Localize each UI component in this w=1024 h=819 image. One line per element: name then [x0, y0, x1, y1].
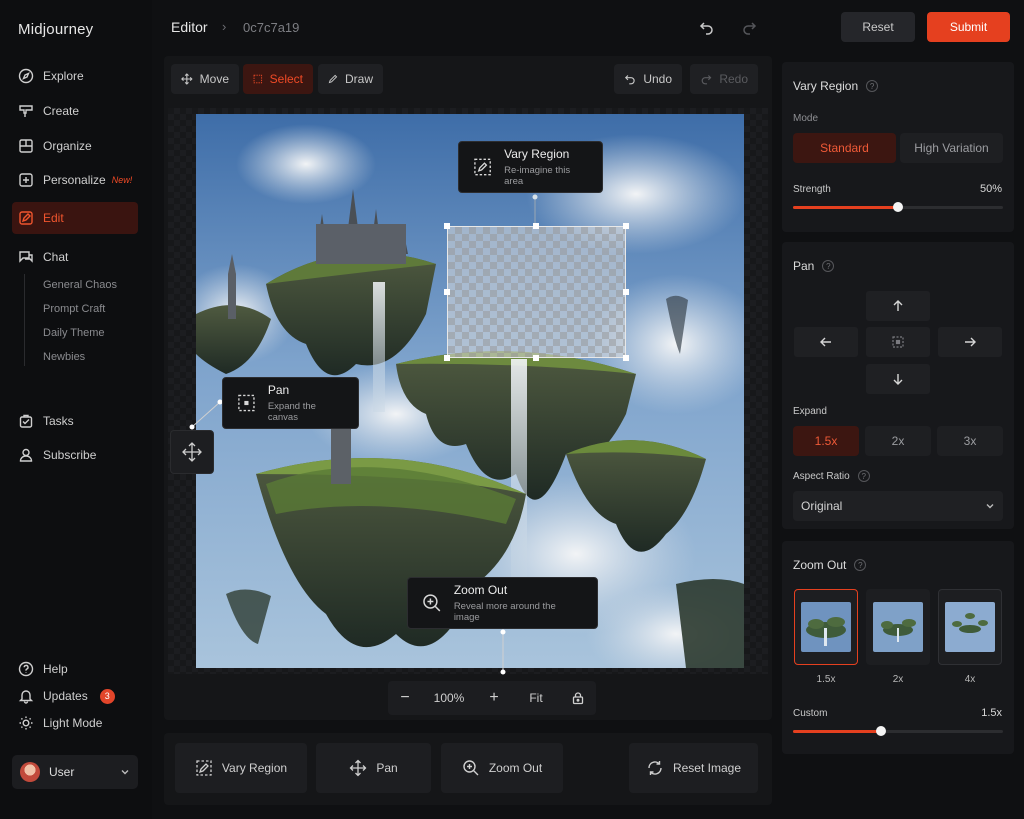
pan-up-button[interactable]: [866, 291, 930, 321]
zoom-option-label: 2x: [892, 674, 904, 685]
zoom-preview-image: [945, 602, 995, 652]
action-label: Zoom Out: [488, 761, 543, 775]
chevron-down-icon: [986, 504, 994, 509]
strength-slider-fill: [793, 206, 898, 209]
callout-title: Vary Region: [504, 147, 570, 161]
vary-region-panel-title: Vary Region ?: [793, 79, 879, 93]
help-icon[interactable]: ?: [866, 80, 879, 92]
callout-title: Zoom Out: [453, 583, 508, 597]
vary-region-callout: Vary Region Re-imagine this area: [458, 141, 603, 193]
panel-title-text: Vary Region: [793, 79, 859, 93]
strength-slider-knob[interactable]: [893, 202, 903, 212]
custom-zoom-slider-fill: [793, 730, 881, 733]
help-icon[interactable]: ?: [822, 260, 835, 272]
vary-region-icon: [196, 760, 212, 776]
callout-subtitle: Expand the canvas: [267, 401, 316, 423]
vary-region-button[interactable]: Vary Region: [175, 743, 307, 793]
vary-region-icon: [474, 158, 491, 176]
pan-callout: Pan Expand the canvas: [222, 377, 359, 429]
zoom-out-panel-title: Zoom Out ?: [793, 558, 867, 572]
aspect-ratio-value: Original: [801, 499, 843, 513]
expand-2x-button[interactable]: 2x: [865, 426, 931, 456]
zoom-preview-image: [801, 602, 851, 652]
help-icon[interactable]: ?: [854, 559, 867, 571]
zoom-out-button[interactable]: −: [392, 681, 418, 715]
aspect-ratio-select[interactable]: Original: [793, 491, 1003, 521]
pan-left-button[interactable]: [794, 327, 858, 357]
fit-button[interactable]: Fit: [516, 681, 556, 715]
zoom-level: 100%: [433, 691, 465, 705]
mode-high-variation-button[interactable]: High Variation: [900, 133, 1003, 163]
lock-icon: [572, 692, 584, 705]
panel-title-text: Zoom Out: [793, 558, 847, 572]
zoom-out-callout: Zoom Out Reveal more around the image: [407, 577, 598, 629]
zoom-option-2x[interactable]: [866, 589, 930, 665]
action-label: Pan: [376, 761, 398, 775]
aspect-ratio-label-text: Aspect Ratio: [793, 470, 850, 482]
zoom-preview-thumbnail: [801, 602, 851, 652]
pan-right-button[interactable]: [938, 327, 1002, 357]
arrow-up-icon: [893, 300, 903, 311]
zoom-preview-thumbnail: [945, 602, 995, 652]
help-icon[interactable]: ?: [857, 470, 870, 482]
action-label: Reset Image: [672, 761, 742, 775]
strength-value: 50%: [979, 183, 1002, 195]
zoom-in-icon: [463, 760, 479, 776]
refresh-icon: [648, 761, 662, 775]
pan-button[interactable]: Pan: [316, 743, 431, 793]
action-label: Vary Region: [221, 761, 288, 775]
callout-title: Pan: [267, 383, 290, 397]
expand-label: Expand: [793, 406, 827, 417]
custom-zoom-value: 1.5x: [981, 707, 1002, 719]
callout-subtitle: Re-imagine this area: [504, 165, 571, 187]
zoom-option-4x[interactable]: [938, 589, 1002, 665]
mode-standard-button[interactable]: Standard: [793, 133, 896, 163]
zoom-option-1-5x[interactable]: [794, 589, 858, 665]
move-icon: [182, 442, 202, 462]
arrow-left-icon: [820, 337, 831, 347]
zoom-out-action-button[interactable]: Zoom Out: [441, 743, 563, 793]
arrow-right-icon: [965, 337, 976, 347]
zoom-preview-thumbnail: [873, 602, 923, 652]
move-icon: [349, 759, 367, 777]
custom-zoom-slider-knob[interactable]: [876, 726, 886, 736]
pan-handle[interactable]: [170, 430, 214, 474]
pan-down-button[interactable]: [866, 364, 930, 394]
zoom-in-icon: [423, 594, 441, 612]
lock-button[interactable]: [562, 681, 594, 715]
zoom-option-label: 4x: [964, 674, 976, 685]
pan-panel-title: Pan ?: [793, 259, 835, 273]
strength-label: Strength: [793, 184, 831, 195]
callout-subtitle: Reveal more around the image: [453, 601, 556, 623]
pan-center-button[interactable]: [866, 327, 930, 357]
panel-title-text: Pan: [793, 259, 815, 273]
zoom-in-button[interactable]: +: [481, 681, 507, 715]
expand-3x-button[interactable]: 3x: [937, 426, 1003, 456]
aspect-ratio-label: Aspect Ratio ?: [793, 470, 870, 482]
reset-image-button[interactable]: Reset Image: [629, 743, 758, 793]
expand-1-5x-button[interactable]: 1.5x: [793, 426, 859, 456]
custom-zoom-label: Custom: [793, 708, 828, 719]
zoom-preview-image: [873, 602, 923, 652]
expand-canvas-icon: [238, 394, 255, 412]
center-icon: [892, 336, 904, 348]
arrow-down-icon: [893, 374, 903, 385]
mode-label: Mode: [793, 113, 819, 124]
zoom-option-label: 1.5x: [816, 674, 836, 685]
